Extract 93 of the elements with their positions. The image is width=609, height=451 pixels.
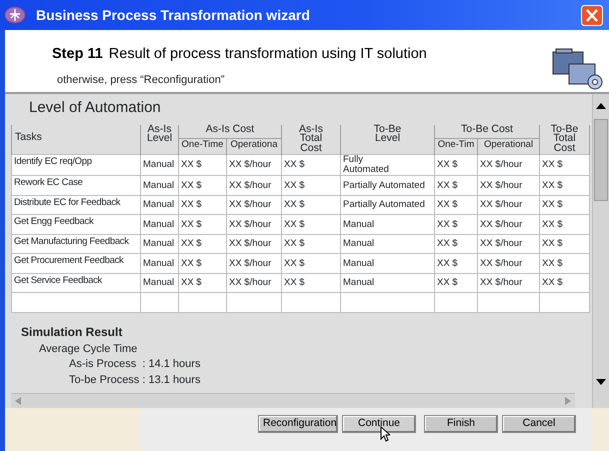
table-cell: XX $	[434, 234, 478, 254]
window-title: Business Process Transformation wizard	[36, 6, 310, 24]
column-header: Tasks	[12, 124, 140, 155]
mouse-pointer-icon	[380, 426, 390, 442]
table-cell: XX $	[540, 195, 590, 215]
wizard-button[interactable]: Cancel	[502, 414, 576, 432]
table-cell: XX $/hour	[226, 176, 282, 196]
table-cell: Manual	[340, 254, 434, 274]
table-cell: XX $	[178, 195, 226, 215]
table-cell: XX $/hour	[478, 214, 540, 234]
table-cell: XX $	[178, 214, 226, 234]
simulation-subtitle: Average Cycle Time	[39, 343, 138, 356]
column-header: To-Be Total Cost	[540, 124, 590, 155]
table-cell: Get Manufacturing Feedback	[12, 234, 140, 254]
table-cell: XX $	[434, 254, 478, 274]
table-cell: XX $/hour	[478, 273, 540, 293]
table-cell: Manual	[140, 273, 178, 293]
scroll-thumb[interactable]	[594, 119, 608, 201]
table-cell: XX $	[434, 176, 478, 196]
column-header: As-Is Total Cost	[282, 124, 340, 155]
table-cell: XX $/hour	[478, 195, 540, 215]
column-header: One-Time	[178, 138, 226, 155]
table-cell: XX $/hour	[226, 234, 282, 254]
wizard-button[interactable]: Reconfiguration	[258, 414, 338, 432]
table-cell: Manual	[140, 195, 178, 215]
step-title: Step 11 Result of process transformation using IT solution	[52, 45, 427, 64]
table-cell: Manual	[140, 254, 178, 274]
simulation-line: To-be Process : 13.1 hours	[69, 374, 202, 387]
table-cell: Distribute EC for Feedback	[12, 195, 140, 215]
simulation-line: As-is Process : 14.1 hours	[69, 358, 202, 372]
computer-gear-icon	[551, 46, 605, 90]
table-cell: Get Service Feedback	[12, 273, 140, 293]
table-cell: XX $/hour	[226, 195, 282, 215]
table-cell: Get Engg Feedback	[12, 214, 140, 234]
column-header: Operational	[478, 138, 540, 155]
table-cell: XX $	[282, 254, 340, 274]
table-cell: XX $/hour	[478, 254, 540, 274]
table-cell: XX $/hour	[226, 273, 282, 293]
table-cell: XX $/hour	[226, 154, 282, 176]
vertical-scrollbar[interactable]	[592, 94, 609, 408]
table-cell: XX $	[178, 254, 226, 274]
table-cell: Rework EC Case	[12, 176, 140, 196]
table-cell: Manual	[140, 176, 178, 196]
column-header: One-Tim	[434, 138, 478, 155]
wizard-button[interactable]: Finish	[424, 414, 498, 432]
table-cell: XX $	[282, 176, 340, 196]
column-header: As-Is Level	[140, 124, 178, 155]
table-cell: Manual	[340, 273, 434, 293]
table-cell: Manual	[140, 234, 178, 254]
table-cell: Get Procurement Feedback	[12, 254, 140, 274]
table-cell: XX $/hour	[226, 254, 282, 274]
column-header: To-Be Cost	[434, 124, 540, 139]
table-cell: XX $	[282, 234, 340, 254]
table-cell: XX $	[178, 154, 226, 176]
table-cell: XX $/hour	[478, 154, 540, 176]
table-cell: XX $	[540, 234, 590, 254]
table-cell: Partially Automated	[340, 195, 434, 215]
section-title: Level of Automation	[29, 98, 161, 118]
table-cell: Identify EC req/Opp	[12, 154, 140, 176]
table-cell: Manual	[340, 214, 434, 234]
table-cell: XX $	[540, 176, 590, 196]
step-hint: otherwise, press “Reconfiguration”	[57, 72, 226, 88]
table-cell: XX $	[282, 273, 340, 293]
table-cell: XX $	[540, 214, 590, 234]
column-header: Operationa	[226, 138, 282, 155]
table-cell: XX $	[540, 154, 590, 176]
table-cell: XX $	[282, 214, 340, 234]
table-cell: XX $/hour	[478, 234, 540, 254]
table-cell: XX $/hour	[478, 176, 540, 196]
table-cell: XX $	[434, 214, 478, 234]
table-cell: XX $/hour	[226, 214, 282, 234]
table-cell: XX $	[434, 273, 478, 293]
table-cell: XX $	[282, 154, 340, 176]
table-cell: XX $	[434, 195, 478, 215]
table-cell: XX $	[540, 254, 590, 274]
table-cell: XX $	[282, 195, 340, 215]
app-logo-icon	[4, 6, 26, 24]
table-cell: Manual	[140, 154, 178, 176]
wizard-button[interactable]: Continue	[342, 414, 416, 432]
column-header: As-Is Cost	[178, 124, 282, 139]
simulation-title: Simulation Result	[21, 324, 124, 340]
horizontal-scrollbar[interactable]	[11, 393, 575, 408]
table-cell: XX $	[540, 273, 590, 293]
table-cell: XX $	[178, 273, 226, 293]
table-cell: Manual	[340, 234, 434, 254]
table-cell: Manual	[140, 214, 178, 234]
close-icon[interactable]	[581, 4, 603, 26]
table-cell: XX $	[178, 234, 226, 254]
table-cell: Fully Automated	[340, 154, 434, 176]
table-cell: XX $	[178, 176, 226, 196]
column-header: To-Be Level	[340, 124, 434, 155]
table-cell: XX $	[434, 154, 478, 176]
table-cell: Partially Automated	[340, 176, 434, 196]
